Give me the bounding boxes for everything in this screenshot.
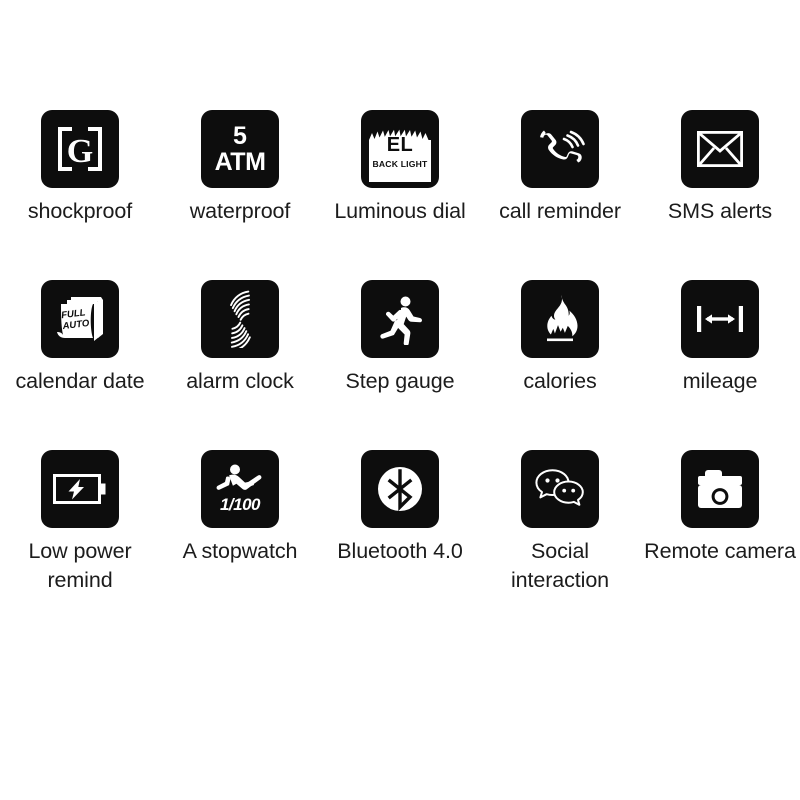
feature-label: Step gauge	[345, 369, 455, 393]
vibration-waves-icon	[201, 280, 279, 358]
stopwatch-precision: 1/100	[219, 495, 261, 514]
envelope-icon	[681, 110, 759, 188]
feature-label: Remote camera	[644, 539, 796, 563]
water-resistance-5atm-icon: 5 ATM	[201, 110, 279, 188]
feature-label: call reminder	[499, 199, 621, 223]
feature-label: mileage	[682, 369, 758, 393]
feature-label: waterproof	[189, 199, 291, 223]
feature-label: Luminous dial	[334, 199, 466, 223]
bluetooth-icon	[361, 450, 439, 528]
feature-label: shockproof	[27, 199, 133, 223]
feature-item-social-interaction[interactable]: Social interaction	[480, 450, 640, 620]
feature-item-mileage[interactable]: mileage	[640, 280, 800, 450]
feature-item-luminous-dial[interactable]: EL BACK LIGHT Luminous dial	[320, 110, 480, 280]
feature-label: alarm clock	[186, 369, 294, 393]
el-backlight-icon: EL BACK LIGHT	[361, 110, 439, 188]
shockproof-g-icon: G	[41, 110, 119, 188]
svg-text:G: G	[67, 133, 93, 170]
battery-bolt-icon	[41, 450, 119, 528]
feature-label: Low power remind	[28, 539, 132, 593]
feature-item-waterproof[interactable]: 5 ATM waterproof	[160, 110, 320, 280]
feature-item-a-stopwatch[interactable]: 1/100 A stopwatch	[160, 450, 320, 620]
phone-handset-icon	[521, 110, 599, 188]
feature-label: Social interaction	[510, 539, 610, 593]
feature-label: A stopwatch	[182, 539, 298, 563]
feature-item-sms-alerts[interactable]: SMS alerts	[640, 110, 800, 280]
feature-item-step-gauge[interactable]: Step gauge	[320, 280, 480, 450]
feature-label: Bluetooth 4.0	[337, 539, 463, 563]
feature-item-shockproof[interactable]: G shockproof	[0, 110, 160, 280]
sprinter-stopwatch-icon: 1/100	[201, 450, 279, 528]
atm-unit: ATM	[214, 147, 266, 176]
feature-grid: G shockproof 5 ATM waterproof EL BACK LI…	[0, 110, 800, 620]
chat-bubbles-icon	[521, 450, 599, 528]
feature-item-call-reminder[interactable]: call reminder	[480, 110, 640, 280]
feature-item-remote-camera[interactable]: Remote camera	[640, 450, 800, 620]
feature-label: SMS alerts	[667, 199, 773, 223]
camera-icon	[681, 450, 759, 528]
feature-item-calories[interactable]: calories	[480, 280, 640, 450]
calendar-pages-icon: FULL AUTO	[41, 280, 119, 358]
feature-label: calendar date	[15, 369, 145, 393]
atm-value: 5	[233, 121, 247, 150]
feature-item-calendar-date[interactable]: FULL AUTO calendar date	[0, 280, 160, 450]
feature-label: calories	[523, 369, 597, 393]
distance-measure-icon	[681, 280, 759, 358]
flame-icon	[521, 280, 599, 358]
calendar-mode-text: FULL AUTO	[60, 307, 90, 333]
feature-item-alarm-clock[interactable]: alarm clock	[160, 280, 320, 450]
feature-item-bluetooth[interactable]: Bluetooth 4.0	[320, 450, 480, 620]
running-person-icon	[361, 280, 439, 358]
feature-item-low-power-remind[interactable]: Low power remind	[0, 450, 160, 620]
